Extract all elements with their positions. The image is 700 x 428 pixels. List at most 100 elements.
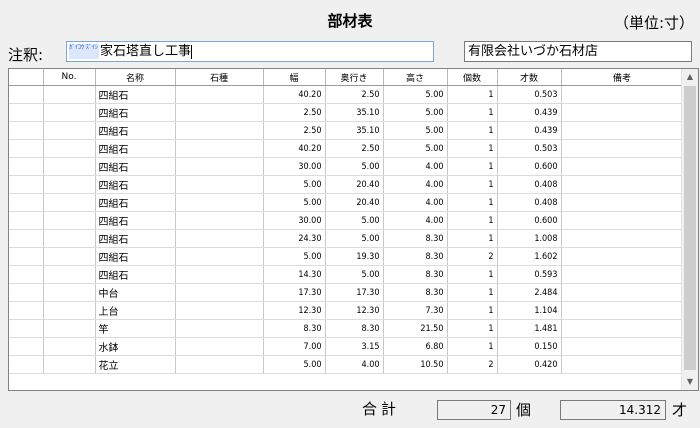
row-selector-cell[interactable] (9, 121, 44, 140)
row-selector-cell[interactable] (9, 355, 44, 374)
table-row[interactable]: 四組石 24.30 5.00 8.30 1 1.008 (9, 229, 684, 248)
cell-sai[interactable]: 0.600 (497, 211, 562, 230)
cell-name[interactable]: 四組石 (95, 175, 176, 194)
cell-name[interactable]: 四組石 (95, 229, 176, 248)
row-selector-cell[interactable] (9, 229, 44, 248)
cell-depth[interactable]: 35.10 (325, 103, 384, 122)
company-field[interactable]: 有限会社いづか石材店 (464, 41, 692, 62)
cell-no[interactable] (43, 121, 96, 140)
cell-remarks[interactable] (561, 337, 684, 356)
column-header-height[interactable]: 高さ (383, 69, 448, 86)
table-row[interactable]: 四組石 30.00 5.00 4.00 1 0.600 (9, 211, 684, 230)
row-selector-cell[interactable] (9, 175, 44, 194)
column-header-quantity[interactable]: 個数 (447, 69, 498, 86)
cell-no[interactable] (43, 337, 96, 356)
cell-stone-type[interactable] (175, 283, 264, 302)
cell-sai[interactable]: 0.439 (497, 121, 562, 140)
cell-stone-type[interactable] (175, 175, 264, 194)
table-row[interactable]: 四組石 14.30 5.00 8.30 1 0.593 (9, 265, 684, 284)
cell-remarks[interactable] (561, 157, 684, 176)
scroll-up-arrow-icon[interactable]: ▲ (682, 69, 698, 85)
table-row[interactable]: 四組石 5.00 19.30 8.30 2 1.602 (9, 247, 684, 266)
cell-stone-type[interactable] (175, 121, 264, 140)
cell-depth[interactable]: 5.00 (325, 229, 384, 248)
cell-no[interactable] (43, 283, 96, 302)
cell-quantity[interactable]: 1 (447, 103, 498, 122)
cell-name[interactable]: 上台 (95, 301, 176, 320)
cell-no[interactable] (43, 211, 96, 230)
cell-stone-type[interactable] (175, 355, 264, 374)
cell-height[interactable]: 8.30 (383, 247, 448, 266)
cell-width[interactable]: 30.00 (263, 211, 326, 230)
cell-no[interactable] (43, 247, 96, 266)
cell-remarks[interactable] (561, 283, 684, 302)
cell-stone-type[interactable] (175, 301, 264, 320)
cell-name[interactable]: 四組石 (95, 265, 176, 284)
cell-width[interactable]: 30.00 (263, 157, 326, 176)
cell-sai[interactable]: 0.408 (497, 175, 562, 194)
cell-height[interactable]: 6.80 (383, 337, 448, 356)
cell-name[interactable]: 四組石 (95, 247, 176, 266)
cell-depth[interactable]: 3.15 (325, 337, 384, 356)
cell-height[interactable]: 5.00 (383, 103, 448, 122)
table-row[interactable]: 花立 5.00 4.00 10.50 2 0.420 (9, 355, 684, 374)
cell-remarks[interactable] (561, 265, 684, 284)
note-input[interactable]: ｶﾞｲｺｳ ｽﾞｲｼ 家石塔直し工事 (66, 41, 434, 62)
cell-depth[interactable]: 17.30 (325, 283, 384, 302)
cell-height[interactable]: 5.00 (383, 139, 448, 158)
cell-quantity[interactable]: 2 (447, 247, 498, 266)
cell-height[interactable]: 8.30 (383, 265, 448, 284)
row-selector-cell[interactable] (9, 283, 44, 302)
cell-name[interactable]: 四組石 (95, 139, 176, 158)
table-row[interactable]: 四組石 2.50 35.10 5.00 1 0.439 (9, 121, 684, 140)
cell-depth[interactable]: 20.40 (325, 175, 384, 194)
column-header-name[interactable]: 名称 (95, 69, 176, 86)
vertical-scrollbar[interactable]: ▲ ▼ (681, 69, 698, 390)
parts-table-grid[interactable]: No. 名称 石種 幅 奥行き 高さ 個数 才数 備考 四組石 40.20 2.50… (8, 68, 699, 391)
table-row[interactable]: 四組石 40.20 2.50 5.00 1 0.503 (9, 139, 684, 158)
cell-sai[interactable]: 0.150 (497, 337, 562, 356)
cell-depth[interactable]: 8.30 (325, 319, 384, 338)
cell-name[interactable]: 竿 (95, 319, 176, 338)
cell-width[interactable]: 8.30 (263, 319, 326, 338)
cell-no[interactable] (43, 355, 96, 374)
cell-depth[interactable]: 2.50 (325, 85, 384, 104)
cell-stone-type[interactable] (175, 139, 264, 158)
cell-width[interactable]: 2.50 (263, 103, 326, 122)
row-selector-cell[interactable] (9, 265, 44, 284)
cell-width[interactable]: 5.00 (263, 175, 326, 194)
cell-sai[interactable]: 0.503 (497, 139, 562, 158)
cell-height[interactable]: 5.00 (383, 85, 448, 104)
cell-stone-type[interactable] (175, 211, 264, 230)
cell-height[interactable]: 21.50 (383, 319, 448, 338)
cell-width[interactable]: 2.50 (263, 121, 326, 140)
cell-name[interactable]: 中台 (95, 283, 176, 302)
cell-no[interactable] (43, 103, 96, 122)
cell-no[interactable] (43, 175, 96, 194)
cell-name[interactable]: 四組石 (95, 121, 176, 140)
cell-quantity[interactable]: 1 (447, 283, 498, 302)
cell-sai[interactable]: 0.420 (497, 355, 562, 374)
cell-depth[interactable]: 12.30 (325, 301, 384, 320)
cell-remarks[interactable] (561, 355, 684, 374)
table-row[interactable]: 中台 17.30 17.30 8.30 1 2.484 (9, 283, 684, 302)
cell-remarks[interactable] (561, 139, 684, 158)
cell-sai[interactable]: 0.439 (497, 103, 562, 122)
cell-no[interactable] (43, 229, 96, 248)
cell-quantity[interactable]: 1 (447, 121, 498, 140)
cell-no[interactable] (43, 265, 96, 284)
cell-depth[interactable]: 20.40 (325, 193, 384, 212)
cell-stone-type[interactable] (175, 265, 264, 284)
column-header-sai[interactable]: 才数 (497, 69, 562, 86)
cell-stone-type[interactable] (175, 337, 264, 356)
cell-remarks[interactable] (561, 85, 684, 104)
cell-depth[interactable]: 4.00 (325, 355, 384, 374)
cell-quantity[interactable]: 1 (447, 265, 498, 284)
cell-no[interactable] (43, 139, 96, 158)
cell-no[interactable] (43, 193, 96, 212)
cell-height[interactable]: 4.00 (383, 193, 448, 212)
row-selector-cell[interactable] (9, 157, 44, 176)
cell-sai[interactable]: 0.503 (497, 85, 562, 104)
table-row[interactable]: 上台 12.30 12.30 7.30 1 1.104 (9, 301, 684, 320)
cell-height[interactable]: 5.00 (383, 121, 448, 140)
